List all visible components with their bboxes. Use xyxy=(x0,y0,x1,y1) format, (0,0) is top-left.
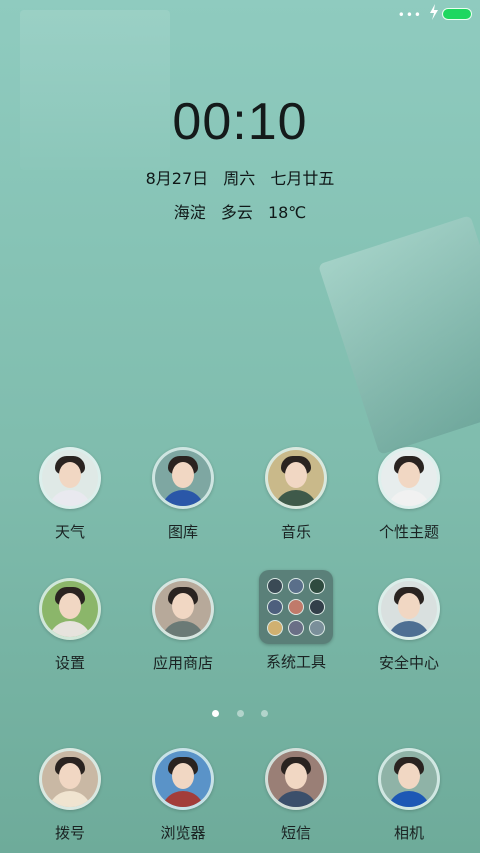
mini-app-icon xyxy=(287,598,304,615)
mini-app-icon xyxy=(287,577,304,594)
weekday: 周六 xyxy=(223,169,256,188)
app-label: 设置 xyxy=(54,654,85,672)
gallery-app-icon[interactable] xyxy=(152,447,214,509)
weather-condition: 多云 xyxy=(220,203,253,222)
weather-location: 海淀 xyxy=(173,203,206,222)
themes-app-icon[interactable] xyxy=(378,447,440,509)
dock-messages[interactable]: 短信 xyxy=(236,748,356,843)
status-bar: ••• xyxy=(0,0,480,28)
dialer-app-icon[interactable] xyxy=(39,748,101,810)
mini-app-icon xyxy=(309,620,326,637)
app-label: 安全中心 xyxy=(378,654,439,672)
app-settings[interactable]: 设置 xyxy=(10,578,130,673)
bolt-icon xyxy=(430,4,438,20)
app-store-icon[interactable] xyxy=(152,578,214,640)
app-security[interactable]: 安全中心 xyxy=(349,578,469,673)
mini-app-icon xyxy=(266,620,283,637)
app-label: 短信 xyxy=(280,824,311,842)
lunar-date: 七月廿五 xyxy=(270,169,335,188)
more-dots-icon: ••• xyxy=(397,8,422,22)
date: 8月27日 xyxy=(145,169,209,188)
app-label: 相机 xyxy=(393,824,424,842)
app-label: 天气 xyxy=(54,523,85,541)
app-weather[interactable]: 天气 xyxy=(10,447,130,542)
dock-dialer[interactable]: 拨号 xyxy=(10,748,130,843)
mini-app-icon xyxy=(309,577,326,594)
page-dot[interactable] xyxy=(212,710,220,717)
mini-app-icon xyxy=(287,620,304,637)
app-label: 音乐 xyxy=(280,523,311,541)
app-label: 拨号 xyxy=(54,824,85,842)
app-store[interactable]: 应用商店 xyxy=(123,578,243,673)
messages-app-icon[interactable] xyxy=(265,748,327,810)
page-dot[interactable] xyxy=(260,710,268,717)
app-label: 系统工具 xyxy=(265,653,326,671)
settings-app-icon[interactable] xyxy=(39,578,101,640)
battery-icon xyxy=(442,8,472,20)
folder-system-tools[interactable]: 系统工具 xyxy=(236,570,356,672)
app-label: 个性主题 xyxy=(378,523,439,541)
browser-app-icon[interactable] xyxy=(152,748,214,810)
app-gallery[interactable]: 图库 xyxy=(123,447,243,542)
mini-app-icon xyxy=(266,577,283,594)
page-indicator xyxy=(0,702,480,721)
app-label: 应用商店 xyxy=(152,654,213,672)
app-label: 浏览器 xyxy=(160,824,206,842)
wallpaper-paper xyxy=(318,215,480,455)
date-line: 8月27日 周六 七月廿五 xyxy=(0,165,480,189)
folder-icon[interactable] xyxy=(259,570,333,644)
app-themes[interactable]: 个性主题 xyxy=(349,447,469,542)
app-music[interactable]: 音乐 xyxy=(236,447,356,542)
dock-browser[interactable]: 浏览器 xyxy=(123,748,243,843)
weather-line[interactable]: 海淀 多云 18℃ xyxy=(0,199,480,223)
weather-app-icon[interactable] xyxy=(39,447,101,509)
page-dot[interactable] xyxy=(236,710,244,717)
camera-app-icon[interactable] xyxy=(378,748,440,810)
mini-app-icon xyxy=(309,598,326,615)
security-app-icon[interactable] xyxy=(378,578,440,640)
music-app-icon[interactable] xyxy=(265,447,327,509)
weather-temperature: 18℃ xyxy=(267,203,307,222)
app-label: 图库 xyxy=(167,523,198,541)
dock-camera[interactable]: 相机 xyxy=(349,748,469,843)
mini-app-icon xyxy=(266,598,283,615)
clock-time: 00:10 xyxy=(172,93,308,151)
